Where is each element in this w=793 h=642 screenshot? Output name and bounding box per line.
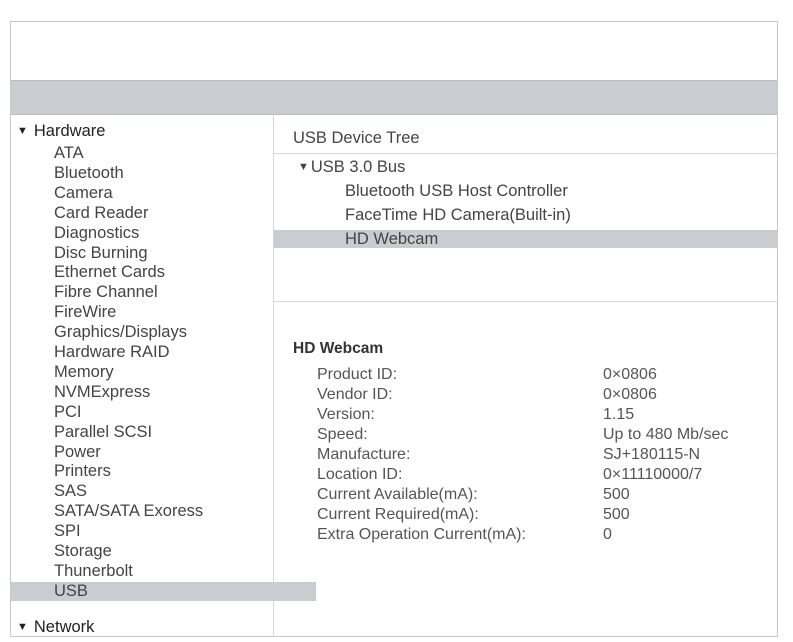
property-row: Current Required(mA): 500: [317, 505, 793, 525]
sidebar-item[interactable]: Thunerbolt: [11, 562, 316, 581]
sidebar-item[interactable]: PCI: [11, 403, 316, 422]
sidebar-item[interactable]: ATA: [11, 144, 316, 163]
property-value: 0×0806: [603, 386, 657, 403]
sidebar-item[interactable]: Hardware RAID: [11, 343, 316, 362]
property-label: Vendor ID:: [317, 386, 393, 403]
disclosure-triangle-icon[interactable]: ▼: [17, 621, 28, 633]
property-label: Product ID:: [317, 366, 398, 383]
property-value: SJ+180115-N: [603, 446, 701, 463]
sidebar-item[interactable]: Card Reader: [11, 204, 316, 223]
sidebar-item[interactable]: SATA/SATA Exoress: [11, 502, 316, 521]
property-row: Version: 1.15: [317, 405, 793, 425]
sidebar-item[interactable]: Camera: [11, 184, 316, 203]
category-label: Network: [33, 618, 95, 636]
sidebar-item[interactable]: Printers: [11, 462, 316, 481]
property-row: Product ID: 0×0806: [317, 365, 793, 385]
sidebar-item[interactable]: SPI: [11, 522, 316, 541]
property-value: Up to 480 Mb/sec: [603, 426, 729, 443]
sidebar-item[interactable]: NVMExpress: [11, 383, 316, 402]
property-label: Current Available(mA):: [317, 486, 478, 503]
toolbar: [11, 80, 777, 115]
property-label: Current Required(mA):: [317, 506, 479, 523]
property-row: Manufacture: SJ+180115-N: [317, 445, 793, 465]
device-label: FaceTime HD Camera(Built-in): [345, 206, 571, 224]
sidebar-category-hardware[interactable]: ▼ Hardware: [11, 122, 279, 141]
divider: [274, 153, 777, 154]
property-value: 500: [603, 486, 630, 503]
tree-item-usb-bus[interactable]: ▼ USB 3.0 Bus: [274, 158, 777, 176]
tree-item-device[interactable]: FaceTime HD Camera(Built-in): [274, 206, 777, 224]
tree-item-device-selected[interactable]: HD Webcam: [274, 230, 777, 248]
disclosure-triangle-icon[interactable]: ▼: [17, 125, 28, 137]
sidebar-item[interactable]: Power: [11, 443, 316, 462]
property-row: Extra Operation Current(mA): 0: [317, 525, 793, 545]
property-label: Manufacture:: [317, 446, 411, 463]
property-row: Location ID: 0×11110000/7: [317, 465, 793, 485]
property-value: 0×0806: [603, 366, 657, 383]
bus-label: USB 3.0 Bus: [310, 158, 406, 176]
sidebar-item[interactable]: SAS: [11, 482, 316, 501]
property-row: Current Available(mA): 500: [317, 485, 793, 505]
sidebar-item[interactable]: Fibre Channel: [11, 283, 316, 302]
sidebar-item[interactable]: Ethernet Cards: [11, 263, 316, 282]
sidebar-item[interactable]: Graphics/Displays: [11, 323, 316, 342]
sidebar-item[interactable]: Disc Burning: [11, 244, 316, 263]
property-value: 500: [603, 506, 630, 523]
sidebar-item[interactable]: Parallel SCSI: [11, 423, 316, 442]
property-row: Vendor ID: 0×0806: [317, 385, 793, 405]
sidebar-item[interactable]: USB: [11, 581, 316, 601]
main-pane: USB Device Tree ▼ USB 3.0 Bus Bluetooth U…: [274, 114, 777, 636]
sidebar-item[interactable]: FireWire: [11, 303, 316, 322]
property-value: 0: [603, 526, 612, 543]
sidebar-item[interactable]: Memory: [11, 363, 316, 382]
property-value: 0×11110000/7: [603, 466, 703, 483]
device-label: HD Webcam: [345, 230, 439, 248]
property-label: Extra Operation Current(mA):: [317, 526, 526, 543]
sidebar-item[interactable]: Storage: [11, 542, 316, 561]
property-value: 1.15: [603, 406, 635, 423]
device-label: Bluetooth USB Host Controller: [345, 182, 568, 200]
category-label: Hardware: [33, 122, 106, 140]
disclosure-triangle-icon[interactable]: ▼: [298, 161, 309, 173]
sidebar: ▼ Hardware ATA Bluetooth Camera Card Reader D…: [11, 114, 316, 636]
details-title: HD Webcam: [293, 340, 384, 357]
tree-item-device[interactable]: Bluetooth USB Host Controller: [274, 182, 777, 200]
system-information-window: ▼ Hardware ATA Bluetooth Camera Card Reader D…: [10, 21, 778, 637]
sidebar-item[interactable]: Diagnostics: [11, 224, 316, 243]
property-label: Speed:: [317, 426, 368, 443]
device-tree-title: USB Device Tree: [293, 129, 420, 147]
sidebar-item[interactable]: Bluetooth: [11, 164, 316, 183]
divider: [274, 301, 777, 302]
property-label: Version:: [317, 406, 375, 423]
property-label: Location ID:: [317, 466, 403, 483]
sidebar-category-network[interactable]: ▼ Network: [11, 618, 279, 637]
property-row: Speed: Up to 480 Mb/sec: [317, 425, 793, 445]
